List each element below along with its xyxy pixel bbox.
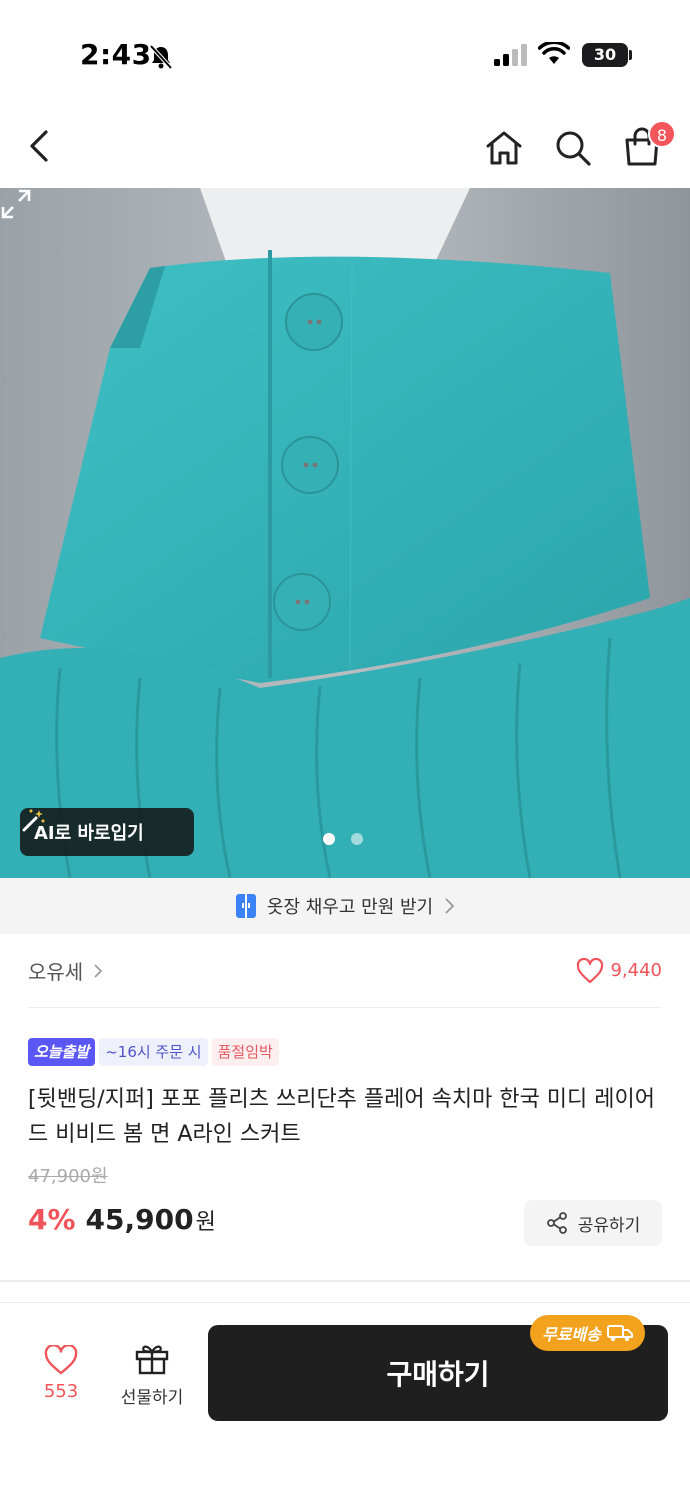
battery-tip <box>629 50 632 60</box>
tag-low-stock: 품절임박 <box>211 1038 279 1066</box>
product-title: [뒷밴딩/지퍼] 포포 플리츠 쓰리단추 플레어 속치마 한국 미디 레이어드 … <box>28 1087 656 1147</box>
wishlist-button[interactable]: 553 <box>26 1345 96 1402</box>
buy-label: 구매하기 <box>386 1358 490 1391</box>
expand-icon[interactable] <box>0 188 32 220</box>
carousel-dot[interactable] <box>323 833 335 845</box>
share-label: 공유하기 <box>577 1215 641 1236</box>
currency-unit: 원 <box>195 1210 216 1235</box>
carousel-dots <box>323 833 363 845</box>
truck-icon <box>606 1325 633 1342</box>
promo-banner[interactable]: 옷장 채우고 만원 받기 <box>0 878 690 934</box>
discount-rate: 4% <box>28 1203 76 1236</box>
ai-try-on-button[interactable]: AI로 바로입기 <box>20 808 194 856</box>
battery-indicator: 30 <box>582 43 628 67</box>
section-divider <box>0 1280 690 1282</box>
heart-outline-icon <box>577 957 604 983</box>
status-time: 2:43 <box>80 38 152 71</box>
brand-row: 오유세 9,440 <box>28 934 662 1008</box>
chevron-right-icon <box>445 898 455 914</box>
status-bar: 2:43 30 <box>0 0 690 100</box>
magic-wand-icon <box>22 809 45 832</box>
gift-label: 선물하기 <box>120 1388 184 1408</box>
wardrobe-icon <box>235 894 256 918</box>
promo-text: 옷장 채우고 만원 받기 <box>266 897 434 918</box>
brand-likes-count: 9,440 <box>610 960 662 981</box>
sale-price: 45,900 <box>85 1203 194 1236</box>
signal-icon <box>494 44 527 66</box>
product-tags: 오늘출발 ~16시 주문 시 품절임박 <box>28 1038 279 1066</box>
share-button[interactable]: 공유하기 <box>524 1200 662 1246</box>
battery-level: 30 <box>593 45 617 64</box>
cart-count-badge: 8 <box>648 120 676 148</box>
back-icon[interactable] <box>22 126 58 166</box>
original-price: 47,900원 <box>28 1166 108 1187</box>
tag-today-ship: 오늘출발 <box>28 1038 96 1066</box>
heart-outline-icon <box>44 1345 78 1375</box>
ai-try-on-label: AI로 바로입기 <box>34 823 144 844</box>
product-image-carousel[interactable]: AI로 바로입기 <box>0 188 690 878</box>
home-icon[interactable] <box>484 128 524 168</box>
free-shipping-badge: 무료배송 <box>530 1315 645 1351</box>
tag-order-cutoff: ~16시 주문 시 <box>99 1038 208 1066</box>
share-icon <box>546 1212 567 1234</box>
brand-likes[interactable]: 9,440 <box>576 957 662 984</box>
price-row: 4% 45,900 원 <box>28 1203 216 1236</box>
wifi-icon <box>538 42 570 64</box>
brand-link[interactable]: 오유세 <box>28 956 103 985</box>
gift-icon <box>135 1345 169 1375</box>
bell-muted-icon <box>149 44 173 70</box>
gift-button[interactable]: 선물하기 <box>110 1341 194 1408</box>
product-photo <box>0 188 690 878</box>
bottom-action-bar: 553 선물하기 구매하기 무료배송 <box>0 1302 690 1500</box>
chevron-right-icon <box>94 963 103 978</box>
wishlist-count: 553 <box>43 1381 79 1402</box>
top-nav: 8 <box>0 100 690 188</box>
search-icon[interactable] <box>553 128 593 168</box>
brand-name: 오유세 <box>28 960 84 984</box>
free-shipping-label: 무료배송 <box>542 1325 601 1344</box>
carousel-dot[interactable] <box>351 833 363 845</box>
